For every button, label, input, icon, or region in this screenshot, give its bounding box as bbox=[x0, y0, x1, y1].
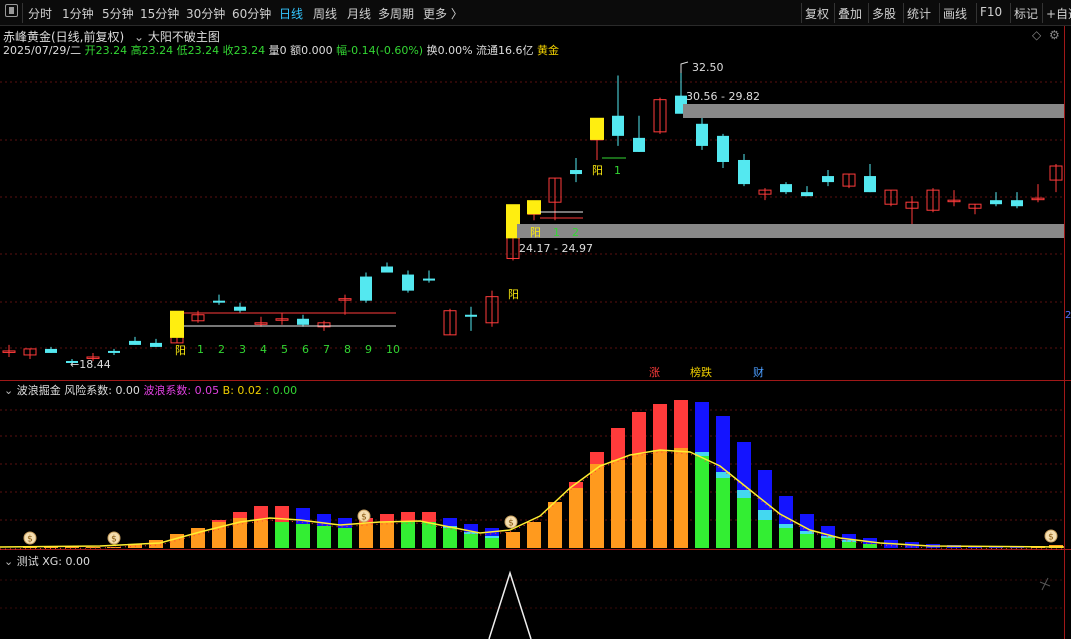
count-label: 5 bbox=[281, 343, 288, 356]
yang-candle bbox=[170, 310, 184, 338]
candle-body bbox=[381, 266, 393, 273]
range-band-lower bbox=[517, 224, 1064, 238]
wave-bar-inner bbox=[401, 522, 415, 548]
wave-bar-inner bbox=[359, 524, 373, 548]
yang-candle bbox=[590, 117, 604, 140]
wave-bar-inner bbox=[569, 488, 583, 548]
event-marker: 榜跌 bbox=[690, 365, 712, 379]
chart-canvas[interactable]: 32.5030.56 - 29.8224.17 - 24.97←18.44阳 1 2… bbox=[0, 0, 1071, 639]
count-label: 6 bbox=[302, 343, 309, 356]
wave-bar-inner bbox=[338, 528, 352, 548]
wave-bar-inner bbox=[611, 460, 625, 548]
yang-label: 阳 bbox=[592, 164, 603, 177]
candle-body bbox=[990, 200, 1002, 205]
wave-bar-inner bbox=[296, 524, 310, 548]
wave-bar-inner bbox=[485, 538, 499, 548]
wave-bar bbox=[65, 547, 79, 548]
wave-bar-inner bbox=[842, 542, 856, 548]
wave-bar-inner bbox=[590, 464, 604, 548]
wave-bar bbox=[548, 502, 562, 548]
candle-body bbox=[150, 342, 162, 347]
right-edge-label: 2 bbox=[1065, 310, 1071, 321]
money-bag-symbol: $ bbox=[1048, 533, 1054, 543]
low-price-label: ←18.44 bbox=[70, 358, 111, 371]
money-bag-symbol: $ bbox=[111, 535, 117, 545]
yang-candle bbox=[527, 200, 541, 215]
wave-bar-inner bbox=[737, 498, 751, 548]
count-label: 1 bbox=[553, 226, 560, 239]
candle-body bbox=[801, 192, 813, 197]
money-bag-symbol: $ bbox=[508, 519, 514, 529]
candle-body bbox=[570, 170, 582, 175]
wave-bar-inner bbox=[275, 522, 289, 548]
yang-label: 阳 bbox=[530, 226, 541, 239]
wave-bar-inner bbox=[716, 478, 730, 548]
count-label: 2 bbox=[218, 343, 225, 356]
count-label: 8 bbox=[344, 343, 351, 356]
range-lower-label: 24.17 - 24.97 bbox=[519, 242, 593, 255]
yang-label: 阳 bbox=[175, 344, 186, 357]
count-label: 4 bbox=[260, 343, 267, 356]
candle-body bbox=[465, 314, 477, 317]
candle-body bbox=[822, 176, 834, 183]
signal-spike bbox=[488, 570, 532, 639]
wave-bar-inner bbox=[758, 520, 772, 548]
wave-bar bbox=[170, 534, 184, 548]
wave-bar-inner bbox=[863, 544, 877, 548]
wave-bar-inner bbox=[464, 534, 478, 548]
count-label: 3 bbox=[239, 343, 246, 356]
wave-bar-inner bbox=[422, 522, 436, 548]
wave-bar bbox=[107, 547, 121, 548]
high-marker bbox=[680, 61, 689, 73]
event-marker: 财 bbox=[753, 365, 764, 379]
candle-body bbox=[696, 123, 708, 146]
candle-body bbox=[360, 276, 372, 301]
count-label: 7 bbox=[323, 343, 330, 356]
candle-body bbox=[423, 278, 435, 281]
wave-bar bbox=[527, 522, 541, 548]
wave-bar-inner bbox=[821, 538, 835, 548]
wave-bar-inner bbox=[380, 522, 394, 548]
count-label: 10 bbox=[386, 343, 400, 356]
wave-bar-inner bbox=[632, 454, 646, 548]
candle-body bbox=[129, 340, 141, 345]
candle-body bbox=[234, 306, 246, 311]
candle-body bbox=[1011, 200, 1023, 207]
wave-bar-inner bbox=[695, 456, 709, 548]
range-upper-label: 30.56 - 29.82 bbox=[686, 90, 760, 103]
wave-bar bbox=[86, 547, 100, 548]
wave-bar-inner bbox=[443, 528, 457, 548]
range-band-upper bbox=[683, 104, 1064, 118]
candle-body bbox=[108, 350, 120, 353]
wave-bar-inner bbox=[653, 450, 667, 548]
yang-label: 阳 bbox=[508, 288, 519, 301]
count-label: 9 bbox=[365, 343, 372, 356]
candle-body bbox=[633, 137, 645, 152]
wave-bar-inner bbox=[254, 520, 268, 548]
candle-body bbox=[864, 176, 876, 193]
wave-bar-inner bbox=[317, 526, 331, 548]
candle-body bbox=[717, 135, 729, 162]
count-label: 1 bbox=[197, 343, 204, 356]
count-label: 2 bbox=[572, 226, 579, 239]
candle-body bbox=[612, 115, 624, 136]
money-bag-symbol: $ bbox=[27, 535, 33, 545]
count-label: 1 bbox=[614, 164, 621, 177]
wave-bar bbox=[506, 532, 520, 548]
candle-body bbox=[45, 348, 57, 353]
candle-body bbox=[213, 300, 225, 303]
high-price-label: 32.50 bbox=[692, 61, 724, 74]
candle-body bbox=[402, 274, 414, 291]
wave-bar-inner bbox=[674, 448, 688, 548]
candle-body bbox=[780, 184, 792, 193]
wave-bar-inner bbox=[779, 528, 793, 548]
money-bag-symbol: $ bbox=[361, 513, 367, 523]
candle-body bbox=[738, 159, 750, 185]
event-marker: 涨 bbox=[649, 366, 660, 379]
candle-body bbox=[297, 318, 309, 325]
wave-bar-inner bbox=[800, 534, 814, 548]
